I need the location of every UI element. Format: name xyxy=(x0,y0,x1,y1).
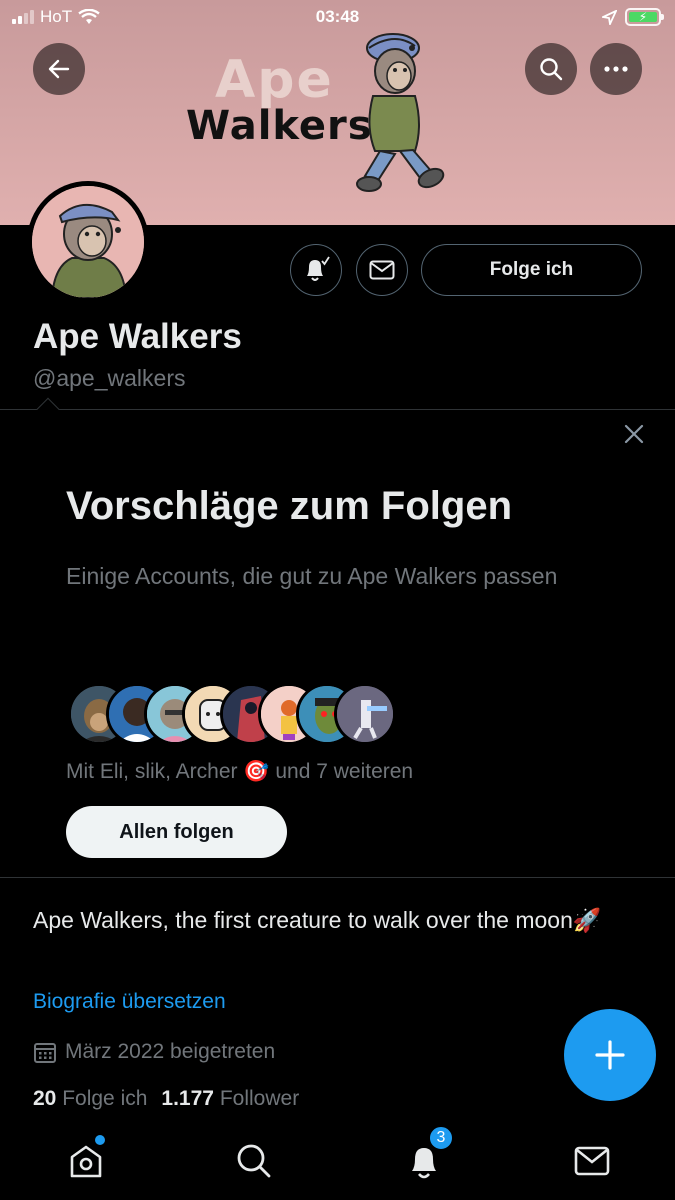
search-button[interactable] xyxy=(525,43,577,95)
divider xyxy=(0,877,675,878)
profile-name: Ape Walkers xyxy=(33,317,242,356)
suggestion-caret xyxy=(36,397,60,421)
more-button[interactable] xyxy=(590,43,642,95)
bottom-tab-bar: 3 xyxy=(0,1122,675,1200)
home-unread-dot xyxy=(95,1135,105,1145)
status-time: 03:48 xyxy=(315,7,360,26)
compose-tweet-button[interactable] xyxy=(564,1009,656,1101)
search-icon xyxy=(237,1144,271,1178)
profile-bio: Ape Walkers, the first creature to walk … xyxy=(33,907,602,933)
tab-notifications[interactable]: 3 xyxy=(400,1125,454,1185)
location-arrow-icon xyxy=(602,9,617,25)
joined-date-text: März 2022 beigetreten xyxy=(65,1040,276,1063)
follow-counts: 20 Folge ich 1.177 Follower xyxy=(33,1087,299,1111)
suggestions-followers-text: Mit Eli, slik, Archer 🎯 und 7 weiteren xyxy=(66,760,414,783)
translate-bio-link[interactable]: Biografie übersetzen xyxy=(33,990,226,1014)
suggestions-subtitle: Einige Accounts, die gut zu Ape Walkers … xyxy=(66,563,558,589)
banner-ape-illustration xyxy=(356,33,445,192)
following-button[interactable]: Folge ich xyxy=(421,244,642,296)
calendar-icon xyxy=(34,1043,56,1063)
status-bar: HoT 03:48 ⚡ xyxy=(0,0,675,36)
notifications-badge: 3 xyxy=(428,1125,454,1151)
profile-handle: @ape_walkers xyxy=(33,365,186,391)
tab-search[interactable] xyxy=(230,1137,278,1185)
following-label: Folge ich xyxy=(62,1087,148,1110)
battery-charging-icon: ⚡ xyxy=(625,8,664,26)
bell-check-icon xyxy=(307,256,330,281)
divider xyxy=(0,409,675,410)
close-suggestions-button[interactable] xyxy=(620,420,648,448)
notifications-toggle-button[interactable] xyxy=(290,244,342,296)
tab-messages[interactable] xyxy=(568,1137,616,1185)
close-icon xyxy=(624,424,644,444)
search-icon xyxy=(540,58,563,81)
banner-brand-ape: Ape xyxy=(215,50,334,110)
back-button[interactable] xyxy=(33,43,85,95)
message-button[interactable] xyxy=(356,244,408,296)
banner-brand-walkers: Walkers xyxy=(186,103,373,149)
envelope-icon xyxy=(369,260,395,280)
profile-avatar[interactable] xyxy=(27,181,149,303)
followers-link[interactable]: 1.177 Follower xyxy=(161,1087,299,1110)
following-link[interactable]: 20 Folge ich xyxy=(33,1087,147,1110)
back-arrow-icon xyxy=(48,59,70,79)
follow-all-button[interactable]: Allen folgen xyxy=(66,806,287,858)
suggested-avatar[interactable] xyxy=(334,683,396,745)
avatar-ape-image xyxy=(32,186,144,298)
following-count: 20 xyxy=(33,1087,57,1110)
followers-label: Follower xyxy=(219,1087,300,1110)
more-icon xyxy=(604,66,628,72)
envelope-icon xyxy=(574,1146,610,1176)
suggestions-title: Vorschläge zum Folgen xyxy=(66,484,512,528)
tab-home[interactable] xyxy=(62,1135,110,1185)
plus-icon xyxy=(595,1040,625,1070)
home-icon xyxy=(70,1145,102,1178)
followers-count: 1.177 xyxy=(161,1087,214,1110)
joined-date: März 2022 beigetreten xyxy=(33,1040,275,1064)
